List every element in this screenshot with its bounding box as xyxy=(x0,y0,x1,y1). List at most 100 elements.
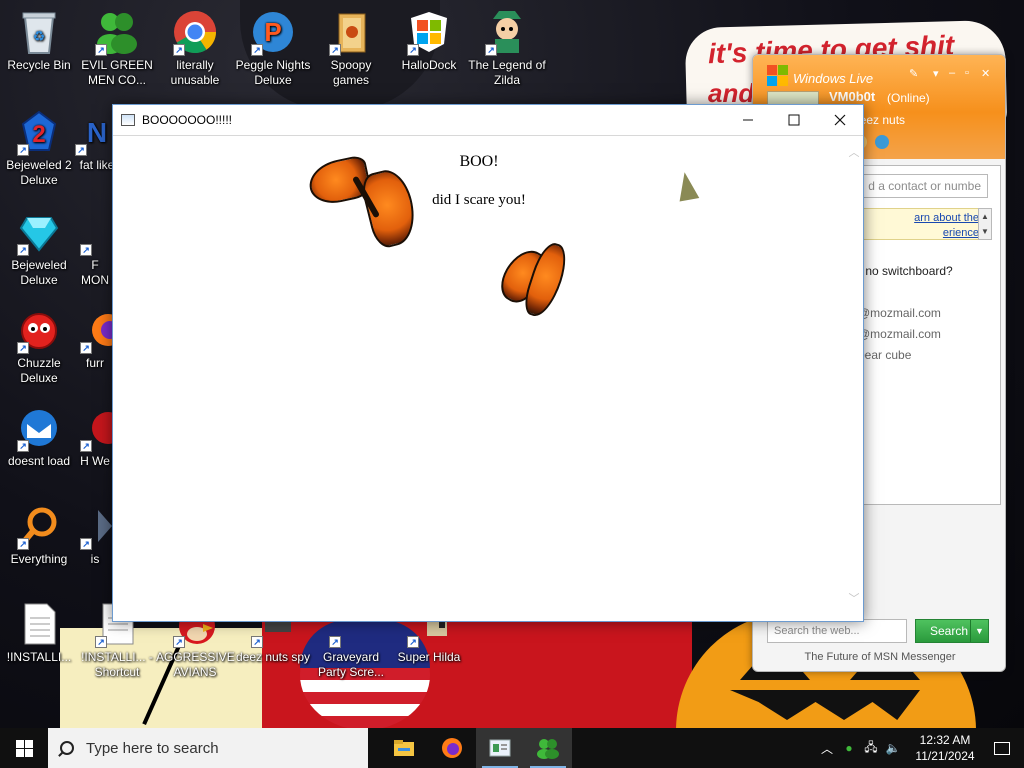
msn-status[interactable]: (Online) xyxy=(887,91,930,105)
msn-messenger-icon xyxy=(537,739,559,759)
taskbar-msn-messenger[interactable] xyxy=(524,728,572,768)
shortcut-arrow-icon: ↗ xyxy=(485,44,497,56)
windows-logo-icon xyxy=(15,739,33,757)
globe-icon[interactable] xyxy=(875,135,889,149)
butterfly-image xyxy=(305,154,422,251)
desktop-icon-hallodock[interactable]: ↗ HalloDock xyxy=(390,8,468,73)
banner-scroll-arrows[interactable]: ▲ ▼ xyxy=(978,208,992,240)
vertical-scrollbar[interactable]: ︿ ﹀ xyxy=(847,146,861,606)
desktop-icon-label: Chuzzle Deluxe xyxy=(17,356,61,385)
desktop-icon-chuzzle[interactable]: ↗ Chuzzle Deluxe xyxy=(0,306,78,386)
desktop-icon-mon[interactable]: ↗ F MON xyxy=(78,208,112,288)
moth-image xyxy=(674,170,700,202)
start-button[interactable] xyxy=(0,728,48,768)
msn-close-button[interactable]: ✕ xyxy=(981,67,990,80)
desktop-icon-evil-green-men[interactable]: ↗ EVIL GREEN MEN CO... xyxy=(78,8,156,88)
windows-flag-icon xyxy=(767,65,789,87)
steam-icon: ↗ xyxy=(78,502,112,550)
window-content: BOO! did I scare you! ︿ ﹀ xyxy=(113,136,863,621)
desktop-icon-peggle[interactable]: P ↗ Peggle Nights Deluxe xyxy=(234,8,312,88)
contact-item[interactable]: @mozmail.com xyxy=(858,327,941,341)
desktop-icon-legend-of-zilda[interactable]: ↗ The Legend of Zilda xyxy=(468,8,546,88)
shortcut-arrow-icon: ↗ xyxy=(173,44,185,56)
msn-tools-icon[interactable]: ✎ xyxy=(909,67,918,80)
shortcut-arrow-icon: ↗ xyxy=(75,144,87,156)
desktop-icon-label: Everything xyxy=(10,552,68,566)
contact-item[interactable]: bear cube xyxy=(858,348,911,362)
shortcut-arrow-icon: ↗ xyxy=(95,636,107,648)
shortcut-arrow-icon: ↗ xyxy=(80,538,92,550)
chevron-up-icon[interactable]: ︿ xyxy=(816,740,838,757)
desktop-icon-label: literally unusable xyxy=(170,58,220,87)
desktop-icon-label: Bejeweled Deluxe xyxy=(11,258,67,287)
firefox-icon: ↗ xyxy=(78,306,112,354)
chrome-icon: ↗ xyxy=(171,8,219,56)
shortcut-arrow-icon: ↗ xyxy=(17,342,29,354)
taskbar-firefox[interactable] xyxy=(428,728,476,768)
desktop-icon-label: Recycle Bin xyxy=(7,58,71,72)
msn-minimize-button[interactable]: – xyxy=(949,67,955,79)
window-titlebar[interactable]: BOOOOOOO!!!!! xyxy=(113,105,863,136)
shortcut-arrow-icon: ↗ xyxy=(17,144,29,156)
shortcut-arrow-icon: ↗ xyxy=(17,440,29,452)
shortcut-arrow-icon: ↗ xyxy=(329,44,341,56)
desktop-icon-everything[interactable]: ↗ Everything xyxy=(0,502,78,567)
desktop-icon-literally-unusable[interactable]: ↗ literally unusable xyxy=(156,8,234,88)
msn-title: Windows Live xyxy=(793,71,874,86)
red-game-icon: ↗ xyxy=(78,404,112,452)
close-button[interactable] xyxy=(817,105,863,135)
notification-button[interactable] xyxy=(980,728,1024,768)
shortcut-arrow-icon: ↗ xyxy=(173,636,185,648)
network-icon[interactable]: 🖧 xyxy=(860,738,882,759)
mon-icon: ↗ xyxy=(78,208,112,256)
desktop-icon-installer[interactable]: !INSTALLI... xyxy=(0,600,78,665)
svg-text:♻: ♻ xyxy=(33,28,46,44)
minimize-button[interactable] xyxy=(725,105,771,135)
window-app-icon xyxy=(489,739,511,757)
desktop-icon-label: Spoopy games xyxy=(330,58,372,87)
msn-menu-chevron-icon[interactable]: ▾ xyxy=(933,67,939,80)
boo-window[interactable]: BOOOOOOO!!!!! BOO! did I scare you! ︿ ﹀ xyxy=(112,104,864,622)
msn-search-input[interactable]: Search the web... xyxy=(767,619,907,643)
desktop-icon-red-game[interactable]: ↗ H We xyxy=(78,404,112,469)
desktop-icon-label: H We xyxy=(80,454,110,468)
clock[interactable]: 12:32 AM 11/21/2024 xyxy=(910,732,980,764)
contact-item[interactable]: @mozmail.com xyxy=(858,306,941,320)
msn-display-name[interactable]: VM0b0t xyxy=(829,89,875,104)
windows-logo-icon: ↗ xyxy=(405,8,453,56)
msn-search-button[interactable]: Search ▼ xyxy=(915,619,989,643)
text-file-icon xyxy=(15,600,63,648)
thunderbird-icon: ↗ xyxy=(15,404,63,452)
volume-icon[interactable]: 🔈 xyxy=(882,741,904,755)
desktop-icon-label: EVIL GREEN MEN CO... xyxy=(81,58,153,87)
folder-icon: ↗ xyxy=(327,8,375,56)
scroll-up-icon[interactable]: ︿ xyxy=(847,146,861,160)
desktop-icon-furr[interactable]: ↗ furr xyxy=(78,306,112,371)
taskbar-file-explorer[interactable] xyxy=(380,728,428,768)
taskbar-search-box[interactable]: Type here to search xyxy=(48,728,368,768)
system-tray: ︿ ● 🖧 🔈 12:32 AM 11/21/2024 xyxy=(816,728,1024,768)
scroll-down-icon[interactable]: ﹀ xyxy=(847,592,861,606)
desktop-icon-recycle-bin[interactable]: ♻ Recycle Bin xyxy=(0,8,78,73)
shortcut-arrow-icon: ↗ xyxy=(251,44,263,56)
contact-group[interactable]: - no switchboard? xyxy=(858,264,953,278)
desktop-icon-spoopy-games[interactable]: ↗ Spoopy games xyxy=(312,8,390,88)
shortcut-arrow-icon: ↗ xyxy=(17,244,29,256)
taskbar-window-app[interactable] xyxy=(476,728,524,768)
desktop-icon-is[interactable]: ↗ is xyxy=(78,502,112,567)
search-dropdown-chevron-icon[interactable]: ▼ xyxy=(970,620,988,642)
desktop-icon-bejeweled[interactable]: ↗ Bejeweled Deluxe xyxy=(0,208,78,288)
shortcut-arrow-icon: ↗ xyxy=(80,342,92,354)
desktop-icon-doesnt-load[interactable]: ↗ doesnt load xyxy=(0,404,78,469)
magnifier-icon: ↗ xyxy=(15,502,63,550)
msn-maximize-button[interactable]: ▫ xyxy=(965,67,969,79)
search-icon xyxy=(60,741,74,755)
maximize-button[interactable] xyxy=(771,105,817,135)
chuzzle-icon: ↗ xyxy=(15,306,63,354)
diamond-icon: ↗ xyxy=(15,208,63,256)
boo-heading: BOO! xyxy=(459,153,499,170)
svg-text:N: N xyxy=(87,117,107,148)
firefox-icon xyxy=(442,738,462,758)
desktop-icon-label: AGGRESSIVE AVIANS xyxy=(156,650,235,679)
messenger-tray-icon[interactable]: ● xyxy=(838,741,860,755)
